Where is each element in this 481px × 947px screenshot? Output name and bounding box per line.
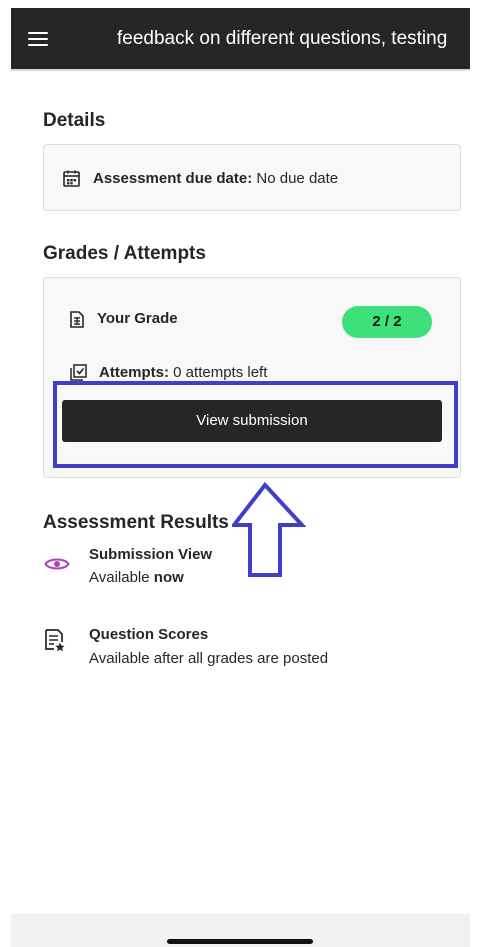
submission-view-now-text: now (153, 569, 184, 586)
attempts-value: 0 attempts left (173, 364, 268, 381)
results-section-title: Assessment Results (43, 512, 229, 533)
eye-icon (44, 558, 70, 570)
highlight-annotation-box (53, 381, 458, 468)
question-scores-title: Question Scores (89, 626, 209, 643)
home-indicator[interactable] (167, 939, 313, 944)
top-bar-divider (11, 69, 470, 71)
details-section-title: Details (43, 110, 106, 131)
grades-section-title: Grades / Attempts (43, 243, 206, 264)
your-grade-label: Your Grade (97, 310, 178, 327)
due-date-value: No due date (256, 170, 339, 187)
grade-document-icon (70, 311, 84, 328)
page-title: feedback on different questions, testing (117, 28, 448, 49)
question-scores-icon (45, 629, 65, 652)
attempts-checkbox-icon (70, 364, 87, 381)
attempts-row: Attempts: 0 attempts left (99, 364, 267, 381)
submission-view-title: Submission View (89, 546, 213, 563)
hamburger-menu-icon[interactable] (28, 31, 48, 46)
due-date-row: Assessment due date: No due date (93, 170, 338, 187)
calendar-icon (63, 170, 80, 187)
up-arrow-annotation-icon (232, 482, 306, 577)
submission-view-availability: Available now (89, 569, 184, 586)
due-date-label: Assessment due date: (93, 170, 253, 187)
top-app-bar: feedback on different questions, testing (11, 8, 470, 69)
submission-view-available-text: Available (89, 569, 150, 586)
question-scores-availability: Available after all grades are posted (89, 650, 329, 667)
grade-badge: 2 / 2 (342, 306, 432, 338)
attempts-label: Attempts: (99, 364, 169, 381)
